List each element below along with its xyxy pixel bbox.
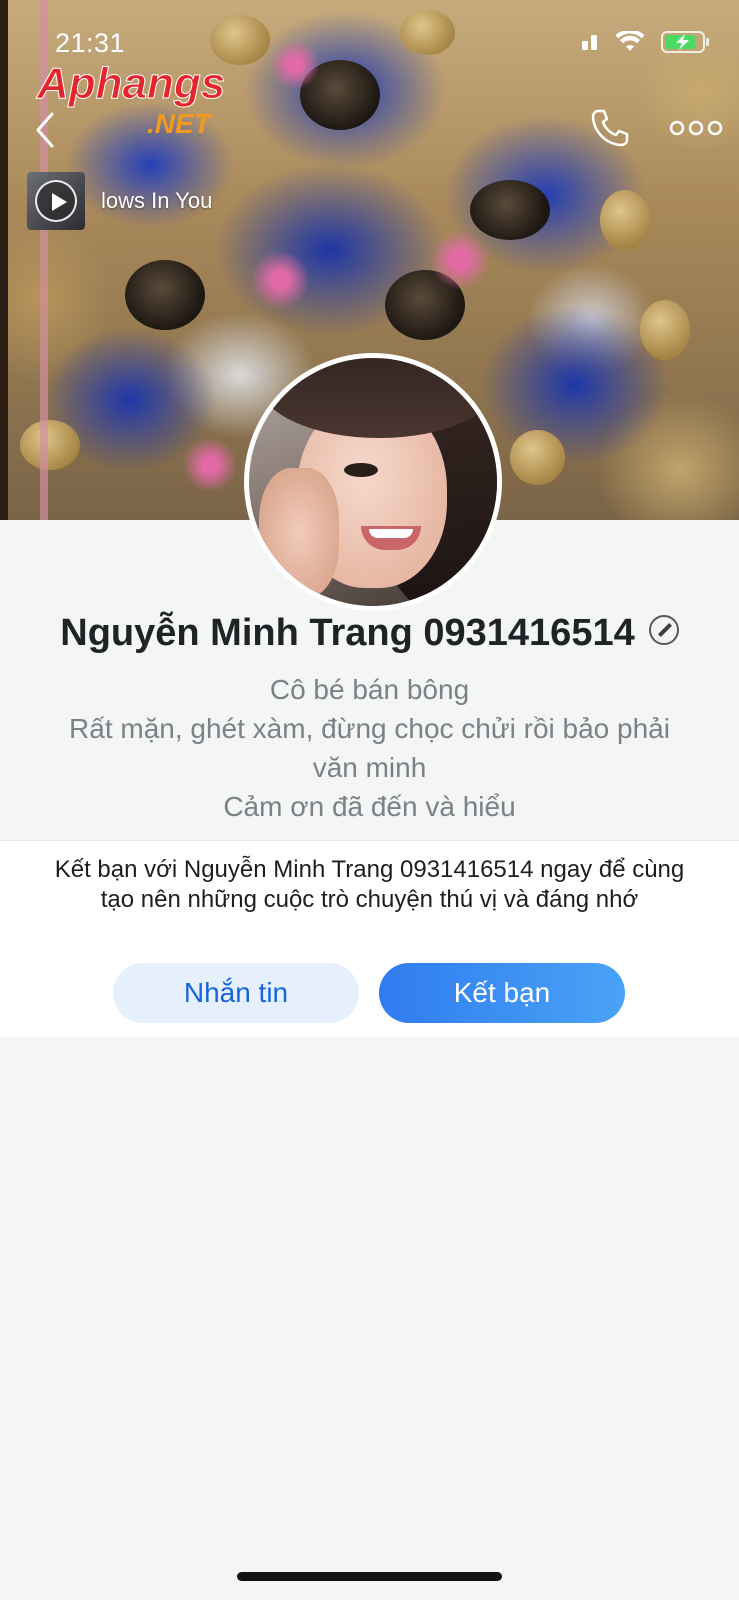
watermark-logo: Aphangs .NET (36, 59, 226, 139)
cellular-signal-icon (582, 35, 597, 50)
back-button[interactable] (28, 108, 64, 152)
bio-line: Rất mặn, ghét xàm, đừng chọc chửi rồi bả… (69, 713, 670, 744)
more-options-button[interactable] (668, 112, 724, 144)
cover-decoration (180, 440, 240, 490)
cover-decoration (270, 40, 320, 90)
bio-line: Cảm ơn đã đến và hiểu (223, 791, 516, 822)
phone-icon (591, 109, 629, 147)
cover-decoration (470, 180, 550, 240)
cover-decoration (430, 230, 490, 290)
music-thumbnail[interactable] (27, 172, 85, 230)
cover-decoration (20, 420, 80, 470)
call-button[interactable] (588, 106, 632, 150)
profile-avatar[interactable] (244, 353, 502, 611)
cover-decoration (510, 430, 565, 485)
bio-line: Cô bé bán bông (269, 674, 470, 705)
profile-name: Nguyễn Minh Trang 0931416514 (60, 612, 635, 654)
cover-decoration (600, 190, 650, 250)
svg-text:Aphangs: Aphangs (36, 59, 225, 108)
battery-charging-icon (661, 31, 709, 53)
friend-prompt-text: Kết bạn với Nguyễn Minh Trang 0931416514… (54, 856, 685, 913)
avatar-detail (344, 463, 378, 477)
play-icon[interactable] (35, 180, 77, 222)
home-indicator[interactable] (237, 1572, 502, 1581)
bio-line: văn minh (312, 752, 427, 783)
music-title[interactable]: lows In You (101, 188, 212, 214)
message-button[interactable]: Nhắn tin (113, 963, 359, 1023)
status-time: 21:31 (55, 28, 126, 58)
add-friend-button[interactable]: Kết bạn (379, 963, 625, 1023)
cover-decoration (640, 300, 690, 360)
edit-pencil-icon[interactable] (648, 614, 679, 645)
profile-bio: Cô bé bán bông Rất mặn, ghét xàm, đừng c… (30, 670, 709, 826)
svg-text:.NET: .NET (147, 108, 214, 138)
avatar-photo (249, 358, 497, 606)
cover-decoration (400, 10, 455, 55)
friend-request-card: Kết bạn với Nguyễn Minh Trang 0931416514… (0, 840, 739, 1037)
chevron-left-icon (36, 112, 54, 148)
profile-music[interactable]: lows In You (27, 172, 212, 230)
profile-name-row: Nguyễn Minh Trang 0931416514 (0, 612, 739, 655)
wifi-icon (615, 31, 645, 51)
cover-decoration (0, 0, 8, 520)
status-icons (581, 30, 711, 54)
cover-decoration (250, 250, 310, 310)
avatar-detail (259, 468, 339, 598)
more-dots-icon (669, 120, 723, 136)
cover-decoration (125, 260, 205, 330)
